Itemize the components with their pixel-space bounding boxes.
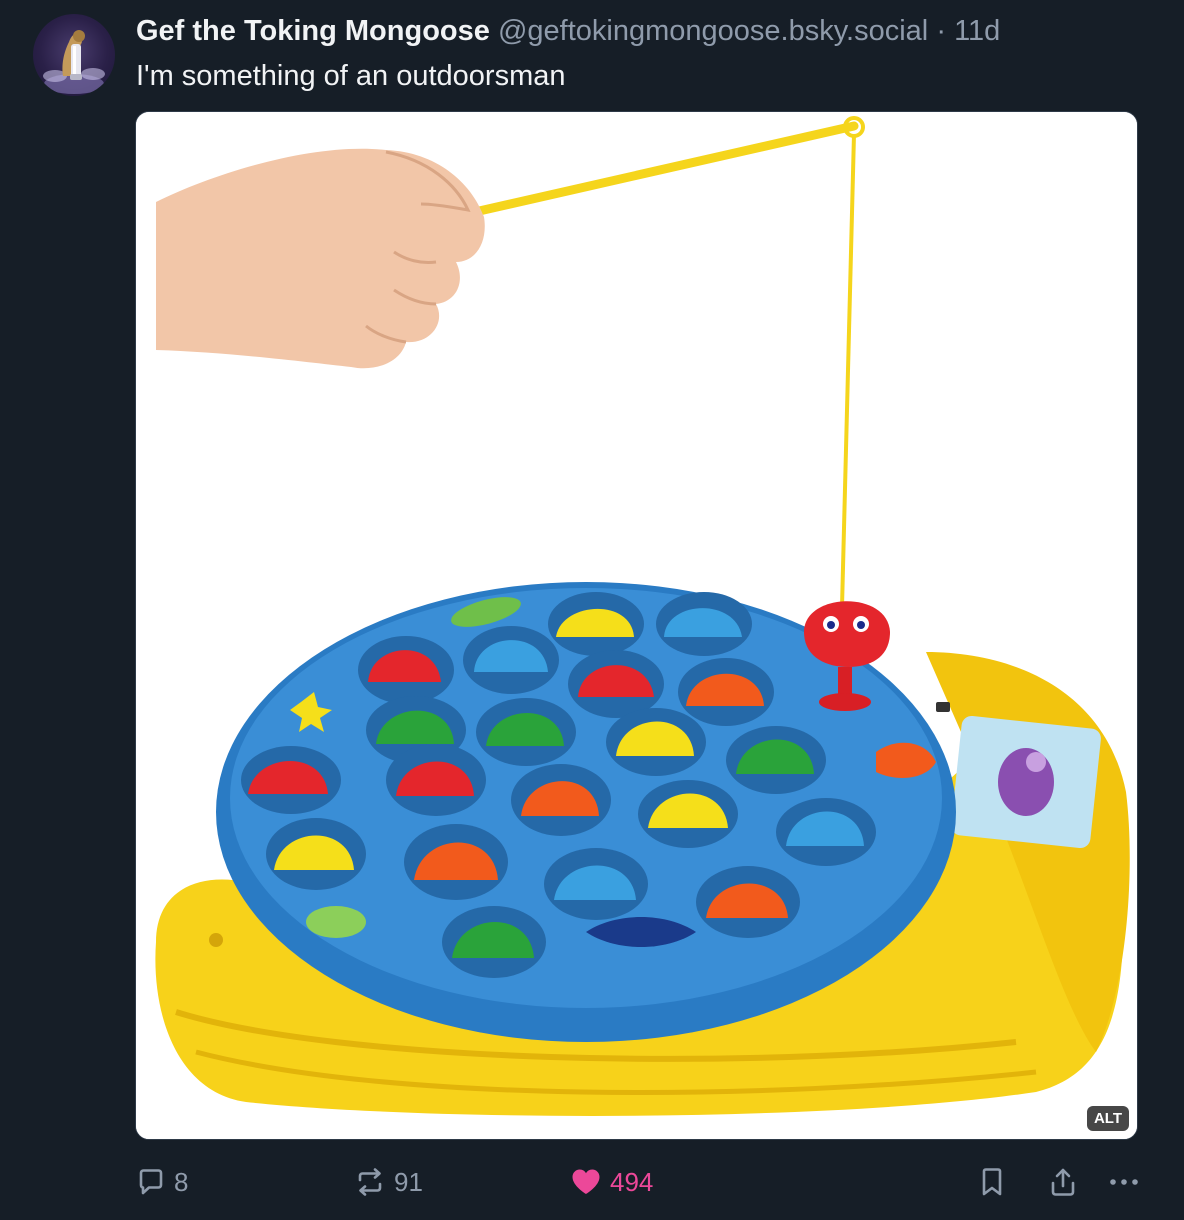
author-avatar[interactable] — [33, 14, 115, 96]
share-button[interactable] — [1048, 1160, 1078, 1204]
repost-icon — [358, 1168, 382, 1196]
more-options-button[interactable] — [1106, 1160, 1142, 1204]
heart-icon — [572, 1169, 600, 1194]
mongoose-avatar-icon — [43, 30, 105, 94]
author-handle[interactable]: @geftokingmongoose.bsky.social — [498, 15, 928, 47]
post-action-bar: 8 91 494 — [136, 1160, 1156, 1204]
author-display-name[interactable]: Gef the Toking Mongoose — [136, 15, 490, 47]
alt-text-badge[interactable]: ALT — [1086, 1106, 1129, 1131]
more-icon — [1110, 1179, 1138, 1185]
fishing-game-toy-illustration — [136, 112, 1137, 1139]
reply-count: 8 — [174, 1166, 189, 1197]
share-icon — [1051, 1168, 1075, 1196]
bookmark-icon — [982, 1168, 1002, 1196]
repost-button[interactable]: 91 — [354, 1160, 423, 1204]
reply-button[interactable]: 8 — [136, 1160, 188, 1204]
separator-dot: · — [936, 15, 946, 47]
reply-icon — [139, 1169, 163, 1195]
like-count: 494 — [610, 1166, 654, 1197]
repost-count: 91 — [394, 1166, 423, 1197]
post-text: I'm something of an outdoorsman — [136, 60, 566, 92]
post-image[interactable]: ALT — [135, 111, 1138, 1140]
like-button[interactable]: 494 — [570, 1160, 653, 1204]
post-age[interactable]: 11d — [954, 15, 1000, 47]
bookmark-button[interactable] — [978, 1160, 1006, 1204]
post-header: Gef the Toking Mongoose @geftokingmongoo… — [136, 12, 1164, 50]
